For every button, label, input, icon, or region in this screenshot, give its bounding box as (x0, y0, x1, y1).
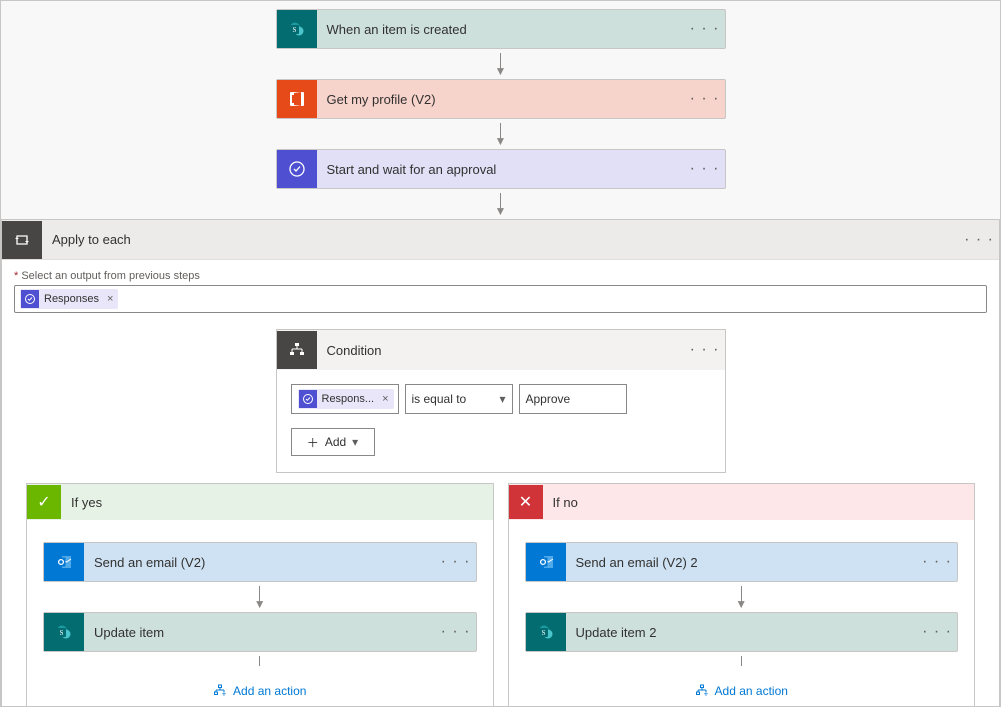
add-action-icon: + (213, 684, 227, 698)
output-field-input[interactable]: Responses × (14, 285, 987, 313)
chevron-down-icon: ▾ (352, 435, 358, 449)
branch-if-yes: ✓ If yes Send an email (V2) · · · ▼ (26, 483, 494, 707)
step-title: Update item (84, 625, 436, 640)
branch-title: If no (543, 495, 578, 510)
action-update-item-no[interactable]: S Update item 2 · · · (525, 612, 959, 652)
step-menu-button[interactable]: · · · (436, 623, 476, 641)
sharepoint-icon: S (526, 613, 566, 651)
token-label: Respons... (322, 393, 375, 405)
branch-yes-body: Send an email (V2) · · · ▼ S Update item… (27, 520, 493, 707)
plus-icon: ＋ (307, 434, 319, 451)
office-icon (277, 80, 317, 118)
step-title: Start and wait for an approval (317, 162, 685, 177)
outlook-icon (44, 543, 84, 581)
condition-operator-dropdown[interactable]: is equal to ▾ (405, 384, 513, 414)
step-menu-button[interactable]: · · · (685, 341, 725, 359)
svg-text:S: S (60, 629, 64, 637)
step-menu-button[interactable]: · · · (436, 553, 476, 571)
trigger-when-item-created[interactable]: S When an item is created · · · (276, 9, 726, 49)
action-send-email-no[interactable]: Send an email (V2) 2 · · · (525, 542, 959, 582)
svg-text:+: + (222, 690, 227, 699)
branch-title: If yes (61, 495, 102, 510)
top-flow-steps: S When an item is created · · · ▼ Get my… (1, 1, 1000, 219)
flow-designer-canvas: S When an item is created · · · ▼ Get my… (0, 0, 1001, 707)
sharepoint-icon: S (277, 10, 317, 48)
step-menu-button[interactable]: · · · (959, 231, 999, 249)
condition-icon (277, 331, 317, 369)
chevron-down-icon: ▾ (499, 392, 505, 406)
connector-arrow: ▼ (495, 123, 507, 145)
connector-arrow (259, 656, 260, 666)
connector-arrow: ▼ (735, 586, 747, 608)
action-send-email-yes[interactable]: Send an email (V2) · · · (43, 542, 477, 582)
branch-if-no: ✕ If no Send an email (V2) 2 · · · ▼ (508, 483, 976, 707)
connector-arrow: ▼ (254, 586, 266, 608)
approval-token-icon (299, 390, 317, 408)
apply-to-each-title: Apply to each (42, 232, 959, 247)
connector-arrow: ▼ (495, 53, 507, 75)
condition-title: Condition (317, 343, 685, 358)
action-update-item-yes[interactable]: S Update item · · · (43, 612, 477, 652)
condition-operand-left[interactable]: Respons... × (291, 384, 399, 414)
condition-header[interactable]: Condition · · · (277, 330, 725, 370)
token-response[interactable]: Respons... × (298, 389, 394, 409)
step-menu-button[interactable]: · · · (685, 20, 725, 38)
add-action-link-yes[interactable]: + Add an action (213, 684, 306, 698)
approval-token-icon (21, 290, 39, 308)
step-title: Send an email (V2) (84, 555, 436, 570)
add-action-link-no[interactable]: + Add an action (695, 684, 788, 698)
apply-to-each-body: * Select an output from previous steps R… (2, 260, 999, 707)
apply-to-each-header[interactable]: Apply to each · · · (2, 220, 999, 260)
step-title: Send an email (V2) 2 (566, 555, 918, 570)
check-icon: ✓ (27, 485, 61, 519)
branch-no-body: Send an email (V2) 2 · · · ▼ S Update it… (509, 520, 975, 707)
cross-icon: ✕ (509, 485, 543, 519)
svg-text:+: + (703, 690, 708, 699)
svg-text:S: S (292, 26, 296, 34)
step-menu-button[interactable]: · · · (685, 90, 725, 108)
step-title: When an item is created (317, 22, 685, 37)
outlook-icon (526, 543, 566, 581)
condition-card: Condition · · · Respons... × (276, 329, 726, 473)
step-menu-button[interactable]: · · · (685, 160, 725, 178)
step-title: Get my profile (V2) (317, 92, 685, 107)
token-remove-button[interactable]: × (382, 393, 388, 405)
condition-row: Respons... × is equal to ▾ Approve (291, 384, 711, 414)
condition-branches: ✓ If yes Send an email (V2) · · · ▼ (14, 483, 987, 707)
apply-to-each-container: Apply to each · · · * Select an output f… (1, 219, 1000, 707)
sharepoint-icon: S (44, 613, 84, 651)
add-action-icon: + (695, 684, 709, 698)
branch-no-header[interactable]: ✕ If no (509, 484, 975, 520)
token-remove-button[interactable]: × (107, 293, 113, 305)
condition-add-button[interactable]: ＋ Add ▾ (291, 428, 375, 456)
action-start-wait-approval[interactable]: Start and wait for an approval · · · (276, 149, 726, 189)
connector-arrow: ▼ (495, 193, 507, 215)
condition-operand-right[interactable]: Approve (519, 384, 627, 414)
token-label: Responses (44, 293, 99, 305)
step-title: Update item 2 (566, 625, 918, 640)
connector-arrow (741, 656, 742, 666)
loop-icon (2, 221, 42, 259)
svg-text:S: S (541, 629, 545, 637)
action-get-my-profile[interactable]: Get my profile (V2) · · · (276, 79, 726, 119)
token-responses[interactable]: Responses × (20, 289, 118, 309)
condition-body: Respons... × is equal to ▾ Approve (277, 370, 725, 472)
step-menu-button[interactable]: · · · (917, 623, 957, 641)
step-menu-button[interactable]: · · · (917, 553, 957, 571)
approval-icon (277, 150, 317, 188)
output-field-label: * Select an output from previous steps (14, 270, 987, 282)
branch-yes-header[interactable]: ✓ If yes (27, 484, 493, 520)
